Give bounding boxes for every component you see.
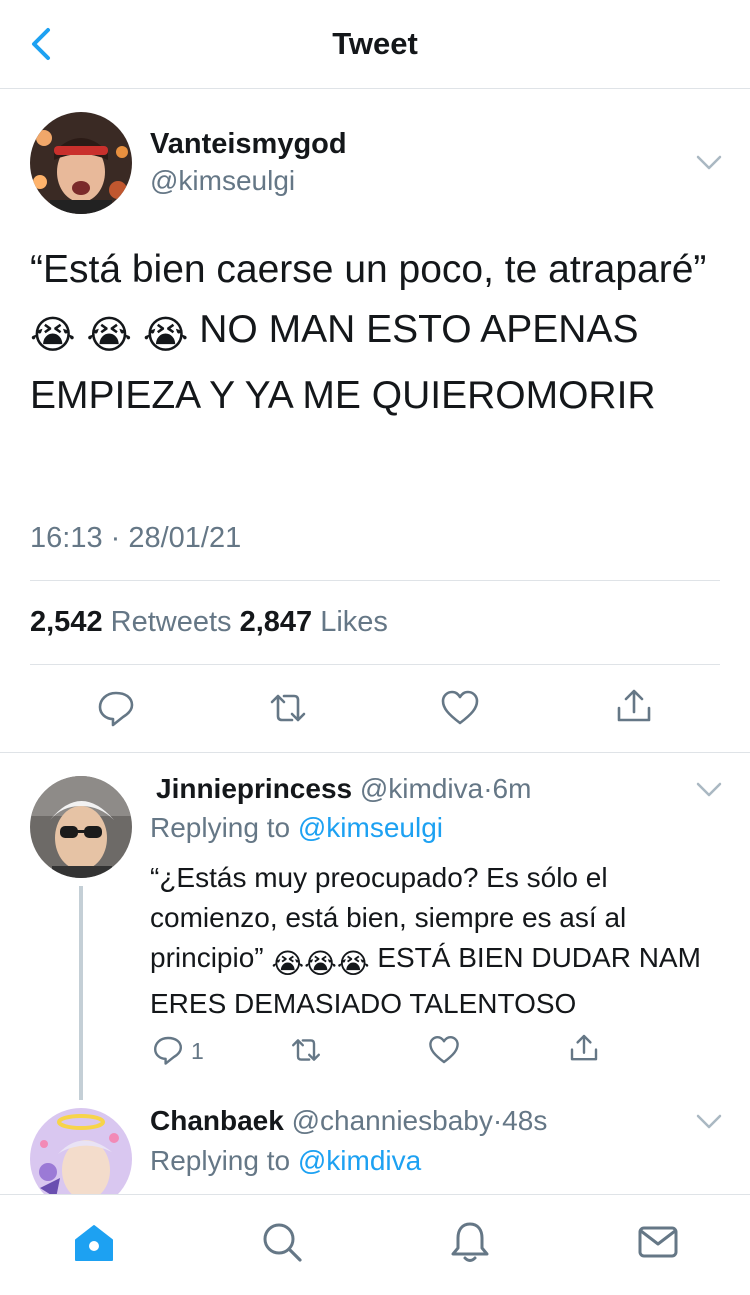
reply-count: 1 — [191, 1038, 204, 1064]
replying-to-label: Replying to — [150, 812, 291, 843]
divider — [30, 580, 720, 581]
like-count[interactable]: 2,847 — [240, 606, 313, 638]
divider — [0, 752, 750, 753]
reply-icon[interactable] — [152, 1034, 184, 1066]
emoji-sequence: 😭 😭 😭 — [30, 308, 188, 357]
like-label[interactable]: Likes — [320, 606, 388, 638]
reply-age: 48s — [502, 1105, 548, 1136]
replying-to-handle[interactable]: @kimseulgi — [298, 812, 443, 843]
reply-author-name[interactable]: Jinnieprincess — [156, 773, 352, 804]
heart-icon[interactable] — [428, 1034, 460, 1066]
replying-to: Replying to @kimdiva — [150, 1145, 421, 1177]
replying-to-label: Replying to — [150, 1145, 291, 1176]
reply-author-handle[interactable]: @kimdiva — [360, 773, 483, 804]
page-title: Tweet — [332, 26, 418, 61]
crying-face-emoji-2: 😭 — [304, 948, 337, 979]
retweet-icon[interactable] — [290, 1034, 322, 1066]
retweet-label[interactable]: Retweets — [111, 606, 232, 638]
tweet-text-part-1: “Está bien caerse un poco, te atraparé” — [30, 248, 707, 291]
crying-face-emoji-1: 😭 — [30, 314, 76, 357]
avatar[interactable] — [30, 776, 132, 878]
chevron-down-icon[interactable] — [696, 1114, 722, 1130]
reply-header: Jinnieprincess @kimdiva·6m — [156, 773, 531, 805]
separator-dot: · — [483, 773, 493, 804]
share-icon[interactable] — [614, 686, 654, 726]
replying-to-handle[interactable]: @kimdiva — [298, 1145, 421, 1176]
heart-icon[interactable] — [440, 688, 480, 728]
reply-header: Chanbaek @channiesbaby·48s — [150, 1105, 547, 1137]
crying-face-emoji-3: 😭 — [336, 948, 370, 979]
separator-dot: · — [492, 1105, 503, 1136]
crying-face-emoji-3: 😭 — [142, 314, 189, 357]
bell-icon[interactable] — [448, 1220, 492, 1264]
reply-icon[interactable] — [96, 688, 136, 728]
author-name[interactable]: Vanteismygod — [150, 128, 347, 161]
mail-icon[interactable] — [636, 1220, 680, 1264]
reply-age: 6m — [492, 773, 532, 804]
crying-face-emoji-1: 😭 — [271, 948, 305, 979]
tweet-text: “Está bien caerse un poco, te atraparé” … — [30, 240, 710, 426]
engagement-stats: 2,542 Retweets 2,847 Likes — [30, 606, 388, 639]
chevron-down-icon[interactable] — [696, 155, 722, 171]
reply-author-handle[interactable]: @channiesbaby — [292, 1105, 493, 1136]
thread-line — [79, 886, 83, 1100]
home-icon[interactable] — [72, 1220, 116, 1264]
replying-to: Replying to @kimseulgi — [150, 812, 443, 844]
reply-author-name[interactable]: Chanbaek — [150, 1105, 284, 1136]
reply-text: “¿Estás muy preocupado? Es sólo el comie… — [150, 858, 710, 1024]
author-handle[interactable]: @kimseulgi — [150, 165, 295, 197]
search-icon[interactable] — [260, 1220, 304, 1264]
avatar[interactable] — [30, 112, 132, 214]
retweet-icon[interactable] — [268, 688, 308, 728]
divider — [30, 664, 720, 665]
chevron-down-icon[interactable] — [696, 782, 722, 798]
retweet-count[interactable]: 2,542 — [30, 606, 103, 638]
crying-face-emoji-2: 😭 — [86, 314, 132, 357]
emoji-sequence: 😭😭😭 — [271, 942, 369, 979]
share-icon[interactable] — [568, 1032, 600, 1064]
tweet-timestamp: 16:13 · 28/01/21 — [30, 522, 242, 554]
